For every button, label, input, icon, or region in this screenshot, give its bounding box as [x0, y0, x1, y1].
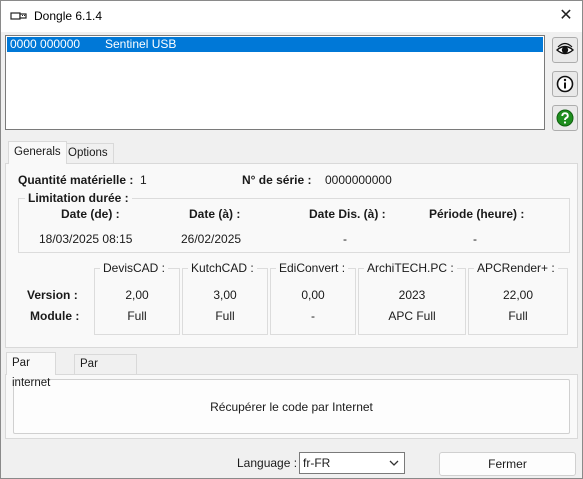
- ediconvert-version: 0,00: [301, 288, 325, 302]
- architech-version: 2023: [398, 288, 426, 302]
- dongle-list[interactable]: 0000 000000 Sentinel USB: [5, 35, 545, 130]
- date-dis-label: Date Dis. (à) :: [309, 207, 386, 221]
- dongle-window: Dongle 6.1.4 ✕ 0000 000000 Sentinel USB …: [0, 0, 583, 479]
- language-value: fr-FR: [303, 456, 331, 470]
- close-button[interactable]: Fermer: [439, 452, 576, 476]
- eye-icon: [556, 42, 574, 55]
- quantity-value: 1: [140, 173, 147, 187]
- kutchcad-version: 3,00: [213, 288, 237, 302]
- window-title: Dongle 6.1.4: [34, 9, 103, 23]
- date-to-label: Date (à) :: [189, 207, 241, 221]
- date-dis-value: -: [343, 232, 347, 246]
- view-button[interactable]: [552, 37, 578, 63]
- chevron-down-icon: [389, 460, 399, 466]
- dongle-type: Sentinel USB: [105, 37, 177, 51]
- language-select[interactable]: fr-FR: [299, 452, 405, 474]
- retrieve-code-button[interactable]: Récupérer le code par Internet: [13, 379, 570, 434]
- serial-label: N° de série :: [242, 173, 312, 187]
- software-kutchcad: KutchCAD : 3,00 Full: [182, 261, 268, 335]
- limitation-title: Limitation durée :: [25, 191, 132, 205]
- close-window-button[interactable]: ✕: [556, 7, 576, 27]
- ediconvert-title: EdiConvert :: [276, 261, 349, 275]
- tab-generals[interactable]: Generals: [8, 141, 67, 164]
- quantity-label: Quantité matérielle :: [18, 173, 134, 187]
- period-label: Période (heure) :: [429, 207, 525, 221]
- period-value: -: [473, 232, 477, 246]
- module-row-label: Module :: [30, 309, 80, 323]
- tab-par-internet-label: Par internet: [12, 357, 51, 389]
- tab-options-label: Options: [68, 147, 108, 159]
- language-label: Language :: [237, 456, 298, 470]
- dongle-list-row-selected[interactable]: 0000 000000 Sentinel USB: [7, 37, 543, 52]
- software-architech: ArchiTECH.PC : 2023 APC Full: [358, 261, 466, 335]
- help-button[interactable]: [552, 105, 578, 131]
- software-apcrender: APCRender+ : 22,00 Full: [468, 261, 568, 335]
- tab-par-telephone[interactable]: Par téléphone: [74, 354, 137, 388]
- version-row-label: Version :: [27, 288, 78, 302]
- architech-title: ArchiTECH.PC :: [364, 261, 457, 275]
- info-icon: [556, 75, 574, 93]
- deviscad-version: 2,00: [125, 288, 149, 302]
- architech-module: APC Full: [388, 309, 436, 323]
- serial-value: 0000000000: [325, 173, 392, 187]
- software-ediconvert: EdiConvert : 0,00 -: [270, 261, 356, 335]
- tab-options[interactable]: Options: [62, 143, 114, 163]
- apcrender-title: APCRender+ :: [474, 261, 558, 275]
- date-to-value: 26/02/2025: [181, 232, 242, 246]
- info-button[interactable]: [552, 71, 578, 97]
- generals-panel: Quantité matérielle : 1 N° de série : 00…: [5, 163, 578, 348]
- title-bar: Dongle 6.1.4 ✕: [1, 1, 582, 32]
- date-from-label: Date (de) :: [61, 207, 120, 221]
- dongle-app-icon: [10, 12, 27, 20]
- tab-par-internet[interactable]: Par internet: [6, 352, 57, 389]
- deviscad-title: DevisCAD :: [100, 261, 169, 275]
- apcrender-version: 22,00: [502, 288, 534, 302]
- date-from-value: 18/03/2025 08:15: [39, 232, 133, 246]
- software-deviscad: DevisCAD : 2,00 Full: [94, 261, 180, 335]
- kutchcad-module: Full: [215, 309, 235, 323]
- dongle-id: 0000 000000: [10, 37, 81, 51]
- deviscad-module: Full: [127, 309, 147, 323]
- tab-generals-label: Generals: [14, 146, 61, 158]
- limitation-group: Limitation durée : Date (de) : Date (à) …: [18, 191, 570, 253]
- help-icon: [556, 109, 574, 127]
- kutchcad-title: KutchCAD :: [188, 261, 257, 275]
- apcrender-module: Full: [508, 309, 528, 323]
- ediconvert-module: -: [311, 309, 315, 323]
